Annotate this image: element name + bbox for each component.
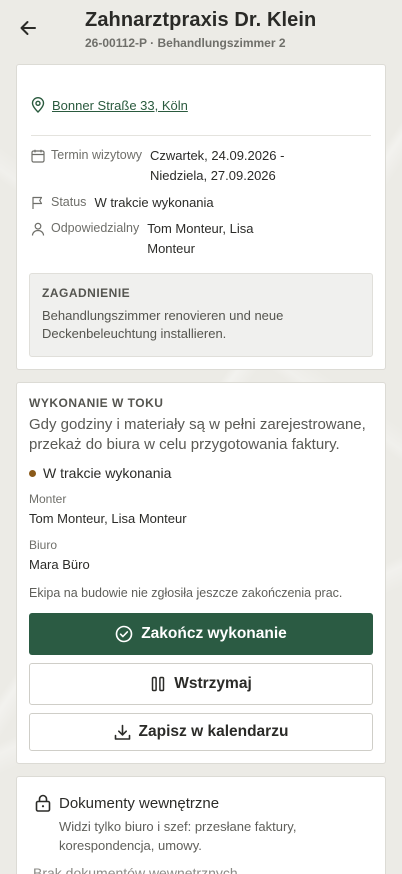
documents-header: Dokumenty wewnętrzne (35, 794, 219, 812)
save-calendar-button[interactable]: Zapisz w kalendarzu (29, 713, 373, 751)
download-icon (114, 724, 130, 740)
address-link[interactable]: Bonner Straße 33, Köln (52, 98, 188, 113)
page-title: Zahnarztpraxis Dr. Klein (85, 9, 317, 31)
check-circle-icon (115, 625, 133, 643)
issue-line2: Deckenbeleuchtung installieren. (42, 326, 227, 341)
execution-desc-line2: przekaż do biura w celu przygotowania fa… (29, 436, 340, 453)
address-row: Bonner Straße 33, Köln (31, 97, 188, 113)
execution-desc-line1: Gdy godziny i materiały są w pełni zarej… (29, 416, 366, 433)
responsible-line2: Monteur (147, 241, 195, 256)
pause-icon (151, 676, 165, 692)
execution-description: Gdy godziny i materiały są w pełni zarej… (29, 415, 379, 455)
office-label: Biuro (29, 538, 58, 552)
documents-card: Dokumenty wewnętrzne Widzi tylko biuro i… (16, 776, 386, 874)
date-row: Termin wizytowy Czwartek, 24.09.2026 - N… (31, 148, 284, 186)
details-card: Bonner Straße 33, Köln Termin wizytowy C… (16, 64, 386, 370)
pause-button[interactable]: Wstrzymaj (29, 663, 373, 705)
lock-icon (35, 794, 51, 812)
arrow-left-icon (20, 21, 36, 35)
documents-desc-line1: Widzi tylko biuro i szef: przesłane fakt… (59, 819, 297, 834)
status-label: Status (51, 195, 87, 209)
complete-execution-label: Zakończ wykonanie (141, 625, 287, 642)
divider (31, 135, 371, 136)
page-subtitle: 26-00112-P · Behandlungszimmer 2 (85, 36, 286, 50)
execution-card: WYKONANIE W TOKU Gdy godziny i materiały… (16, 382, 386, 764)
date-value-line2: Niedziela, 27.09.2026 (150, 168, 276, 183)
save-calendar-label: Zapisz w kalendarzu (138, 723, 289, 740)
documents-title: Dokumenty wewnętrzne (59, 794, 220, 812)
issue-title: ZAGADNIENIE (42, 286, 131, 300)
back-button[interactable] (14, 14, 42, 42)
documents-description: Widzi tylko biuro i szef: przesłane fakt… (59, 817, 359, 855)
complete-execution-button[interactable]: Zakończ wykonanie (29, 613, 373, 655)
execution-title: WYKONANIE W TOKU (29, 396, 164, 410)
installer-value: Tom Monteur, Lisa Monteur (29, 511, 187, 526)
pause-label: Wstrzymaj (174, 675, 252, 692)
user-icon (31, 222, 45, 236)
status-dot (29, 469, 36, 477)
map-pin-icon (31, 97, 45, 113)
execution-status-text: W trakcie wykonania (43, 465, 172, 481)
calendar-icon (31, 149, 45, 163)
installer-label: Monter (29, 492, 67, 506)
date-value: Czwartek, 24.09.2026 - Niedziela, 27.09.… (150, 146, 284, 186)
flag-icon (32, 196, 43, 209)
status-value: W trakcie wykonania (94, 195, 214, 210)
documents-empty-text: Brak dokumentów wewnętrznych (33, 865, 238, 874)
issue-box: ZAGADNIENIE Behandlungszimmer renovieren… (29, 273, 373, 357)
responsible-line1: Tom Monteur, Lisa (147, 221, 254, 236)
documents-desc-line2: korespondencja, umowy. (59, 838, 202, 853)
responsible-row: Odpowiedzialny Tom Monteur, Lisa Monteur (31, 221, 253, 259)
responsible-label: Odpowiedzialny (51, 221, 140, 235)
status-row: Status W trakcie wykonania (31, 195, 214, 213)
responsible-value: Tom Monteur, Lisa Monteur (147, 219, 253, 259)
page: Zahnarztpraxis Dr. Klein 26-00112-P · Be… (0, 0, 402, 874)
office-value: Mara Büro (29, 557, 90, 572)
issue-line1: Behandlungszimmer renovieren und neue (42, 308, 284, 323)
date-value-line1: Czwartek, 24.09.2026 - (150, 148, 285, 163)
issue-text: Behandlungszimmer renovieren und neue De… (42, 307, 360, 343)
date-label: Termin wizytowy (51, 148, 142, 162)
header: Zahnarztpraxis Dr. Klein 26-00112-P · Be… (0, 0, 402, 60)
execution-note: Ekipa na budowie nie zgłosiła jeszcze za… (29, 586, 343, 600)
execution-status: W trakcie wykonania (29, 465, 171, 481)
